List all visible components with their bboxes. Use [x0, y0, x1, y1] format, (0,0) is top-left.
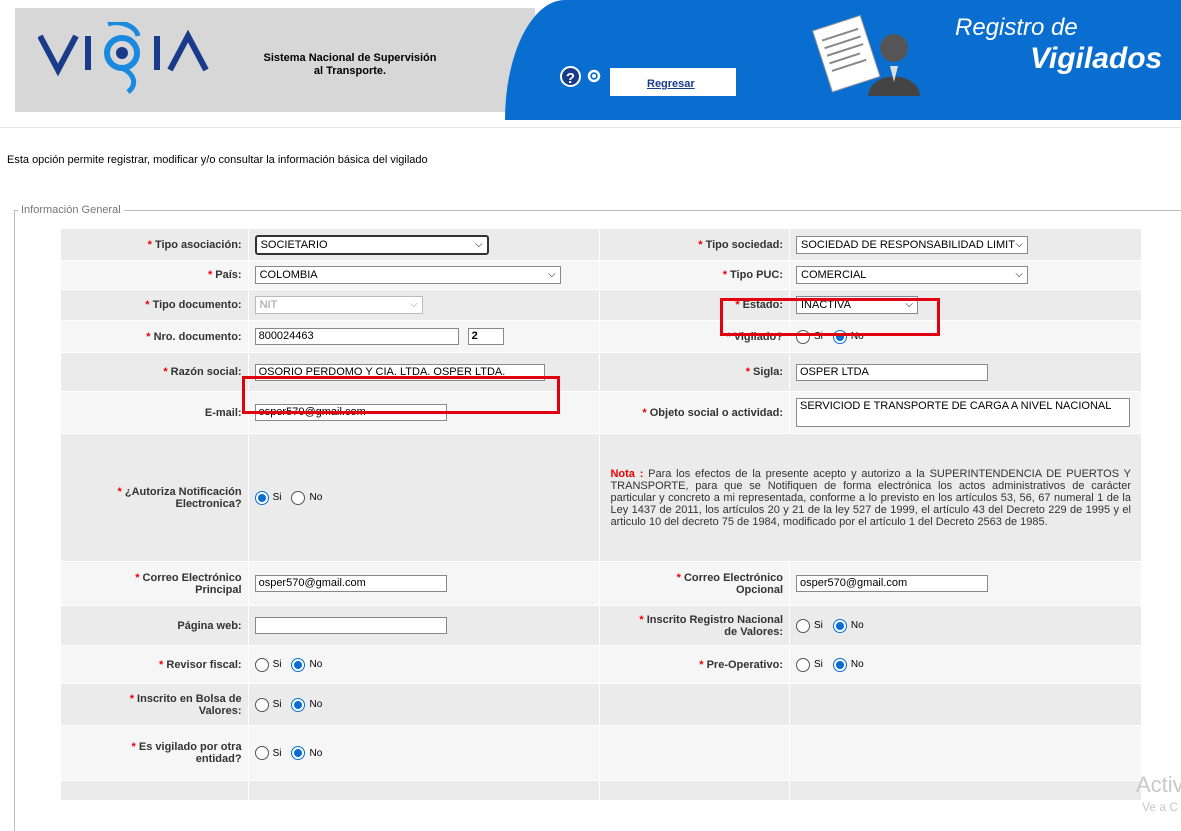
tipo-sociedad-label: * Tipo sociedad: [599, 228, 790, 261]
bolsa-valores-label: * Inscrito en Bolsa de Valores: [60, 683, 249, 726]
form-row: * Correo Electrónico Principal osper570@g… [60, 561, 1142, 606]
vigia-logo [38, 22, 209, 94]
back-link[interactable]: Regresar [647, 78, 695, 90]
razon-social-highlight-box [242, 376, 560, 414]
bolsa-si-radio[interactable] [254, 697, 269, 712]
bolsa-no-radio[interactable] [291, 697, 306, 712]
header-divider [0, 127, 1181, 128]
correo-opcional-input[interactable]: osper570@gmail.com [796, 575, 988, 592]
nro-documento-label: * Nro. documento: [60, 320, 249, 353]
form-row: * Nro. documento: 800024463 2 * Vigilado… [60, 320, 1142, 353]
tipo-puc-label: * Tipo PUC: [599, 260, 790, 290]
revisor-si-radio[interactable] [254, 657, 269, 672]
revisor-no-radio[interactable] [291, 657, 306, 672]
sigla-input[interactable]: OSPER LTDA [796, 363, 988, 381]
pre-operativo-label: * Pre-Operativo: [599, 645, 790, 684]
autoriza-no-radio[interactable] [291, 490, 306, 505]
chevron-down-icon: ⌵ [1015, 238, 1023, 250]
autoriza-notificacion-label: * ¿Autoriza Notificación Electronica? [60, 433, 249, 562]
back-link-box: Regresar [610, 68, 736, 96]
chevron-down-icon: ⌵ [1015, 269, 1023, 280]
sigla-label: * Sigla: [599, 352, 790, 392]
tipo-sociedad-select[interactable]: SOCIEDAD DE RESPONSABILIDAD LIMIT ⌵ [796, 235, 1028, 254]
correo-opcional-label: * Correo Electrónico Opcional [599, 561, 790, 606]
correo-principal-input[interactable]: osper570@gmail.com [254, 575, 447, 592]
form-row: * Tipo asociación: SOCIETARIO ⌵ * Tipo so… [60, 228, 1142, 261]
form-row: * Revisor fiscal: Si No * Pre-Operativo: … [60, 645, 1142, 684]
pagina-web-input[interactable] [254, 617, 447, 634]
estado-highlight-box [720, 298, 940, 336]
registro-valores-si-radio[interactable] [796, 618, 810, 633]
objeto-social-label: * Objeto social o actividad: [599, 391, 790, 434]
form-row: * Tipo documento: NIT ⌵ * Estado: INACTIV… [60, 289, 1142, 321]
chevron-down-icon: ⌵ [547, 269, 556, 280]
chevron-down-icon: ⌵ [474, 238, 483, 250]
fieldset-legend: Información General [18, 204, 124, 216]
tipo-asociacion-select[interactable]: SOCIETARIO ⌵ [254, 234, 489, 255]
pagina-web-label: Página web: [60, 605, 249, 646]
vigia-mini-icon[interactable] [586, 68, 602, 84]
tipo-documento-select: NIT ⌵ [254, 296, 423, 314]
razon-social-label: * Razón social: [60, 352, 249, 392]
form-row: Página web: * Inscrito Registro Nacional… [60, 605, 1142, 646]
pais-label: * País: [60, 260, 249, 290]
form-row: * Inscrito en Bolsa de Valores: Si No [60, 683, 1142, 726]
document-person-icon [812, 14, 920, 96]
chevron-down-icon: ⌵ [409, 299, 418, 310]
tipo-asociacion-label: * Tipo asociación: [60, 228, 249, 261]
autoriza-si-radio[interactable] [254, 490, 269, 505]
form-row: * Es vigilado por otra entidad? Si No [60, 725, 1142, 781]
form-row: E-mail: osper570@gmail.com * Objeto soci… [60, 391, 1142, 434]
activation-watermark-sub: Ve a C [1142, 800, 1179, 814]
header: Sistema Nacional de Supervisión al Trans… [0, 0, 1181, 120]
pre-operativo-si-radio[interactable] [796, 657, 810, 672]
page-title-line-1: Registro de [955, 14, 1078, 41]
subtitle-line-2: al Transporte. [313, 65, 387, 77]
form-row: * ¿Autoriza Notificación Electronica? Si N… [60, 433, 1142, 562]
pre-operativo-no-radio[interactable] [832, 657, 847, 672]
subtitle-line-1: Sistema Nacional de Supervisión [263, 52, 437, 64]
page-title-line-2: Vigilados [1030, 42, 1163, 75]
otra-entidad-no-radio[interactable] [291, 746, 306, 760]
nota-cell: Nota : Para los efectos de la presente a… [599, 433, 1142, 562]
otra-entidad-si-radio[interactable] [254, 746, 269, 760]
otra-entidad-label: * Es vigilado por otra entidad? [60, 725, 249, 781]
form-row-partial [60, 780, 1142, 801]
nro-documento-input[interactable]: 800024463 [254, 328, 459, 345]
general-info-form: * Tipo asociación: SOCIETARIO ⌵ * Tipo so… [60, 228, 1142, 801]
system-subtitle: Sistema Nacional de Supervisión al Trans… [245, 52, 455, 78]
help-icon[interactable]: ? [560, 66, 581, 87]
form-row: * País: COLOMBIA ⌵ * Tipo PUC: COMERCIAL ⌵ [60, 260, 1142, 290]
revisor-fiscal-label: * Revisor fiscal: [60, 645, 249, 684]
tipo-documento-label: * Tipo documento: [60, 289, 249, 321]
correo-principal-label: * Correo Electrónico Principal [60, 561, 249, 606]
form-row: * Razón social: OSORIO PERDOMO Y CIA. LT… [60, 352, 1142, 392]
verification-digit-input[interactable]: 2 [467, 328, 504, 345]
registro-valores-label: * Inscrito Registro Nacional de Valores: [599, 605, 790, 646]
objeto-social-textarea[interactable]: SERVICIOD E TRANSPORTE DE CARGA A NIVEL … [796, 398, 1130, 427]
nota-text: Nota : Para los efectos de la presente a… [610, 467, 1131, 528]
registro-valores-no-radio[interactable] [832, 618, 847, 633]
pais-select[interactable]: COLOMBIA ⌵ [254, 266, 561, 284]
intro-text: Esta opción permite registrar, modificar… [7, 154, 428, 166]
tipo-puc-select[interactable]: COMERCIAL ⌵ [796, 266, 1028, 284]
activation-watermark: Activ [1136, 772, 1181, 797]
email-label: E-mail: [60, 391, 249, 434]
